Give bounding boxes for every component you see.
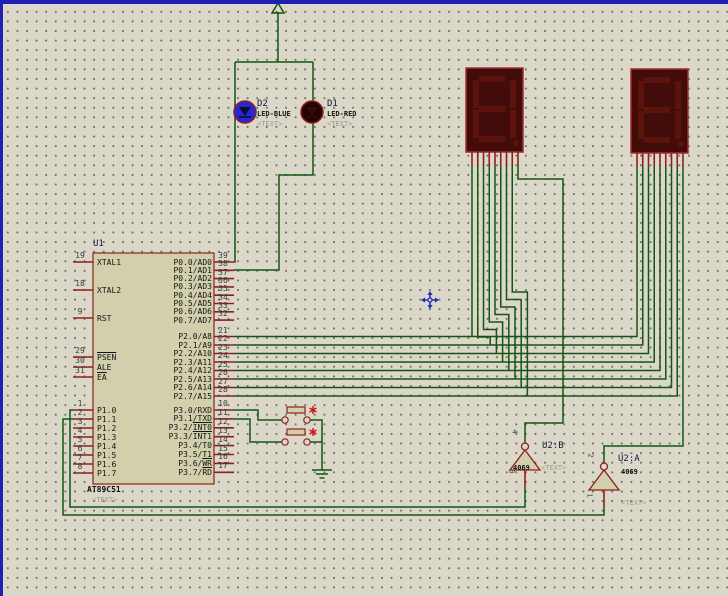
display-dp bbox=[678, 141, 684, 147]
move-cursor-icon bbox=[427, 305, 433, 309]
power-symbol bbox=[270, 1, 286, 14]
button-ground-wire bbox=[310, 419, 323, 470]
p2-bus-wire bbox=[234, 167, 661, 372]
inverter-u2a[interactable] bbox=[587, 468, 621, 491]
led-d2-wire bbox=[234, 62, 236, 263]
display-segment bbox=[510, 110, 516, 138]
p2-bus-wire bbox=[234, 167, 638, 338]
display-segment bbox=[510, 80, 516, 108]
display-segment bbox=[675, 111, 681, 139]
wire-layer bbox=[62, 1, 689, 516]
sheet-border-top bbox=[0, 0, 728, 4]
button-terminal bbox=[281, 416, 289, 424]
button-terminal bbox=[281, 438, 289, 446]
p2-bus-wire bbox=[234, 167, 650, 355]
display-segment bbox=[479, 76, 505, 82]
display-segment bbox=[644, 137, 670, 143]
chip-body[interactable] bbox=[92, 252, 215, 485]
inverter-bubble bbox=[599, 462, 609, 471]
display-segment bbox=[638, 111, 644, 139]
p2-bus-wire bbox=[234, 167, 655, 363]
display-segment bbox=[644, 77, 670, 83]
p2-bus-wire bbox=[234, 167, 644, 346]
display-segment bbox=[473, 110, 479, 138]
display-segment bbox=[638, 81, 644, 109]
inverter-u2b[interactable] bbox=[508, 448, 542, 471]
move-cursor-icon bbox=[427, 291, 433, 295]
inverter-bubble bbox=[520, 442, 530, 451]
display-dp bbox=[513, 140, 519, 146]
move-cursor-icon bbox=[435, 297, 439, 303]
p2-bus-wire bbox=[234, 167, 667, 380]
display-segment bbox=[675, 81, 681, 109]
display-segment bbox=[473, 80, 479, 108]
push-button[interactable] bbox=[286, 406, 306, 414]
display-segment bbox=[479, 136, 505, 142]
button-terminal bbox=[303, 438, 311, 446]
led-d1-wire bbox=[234, 62, 314, 271]
move-cursor-icon bbox=[421, 297, 425, 303]
display1-common-wire bbox=[517, 166, 564, 443]
p2-bus-wire bbox=[234, 167, 673, 389]
button-terminal bbox=[303, 416, 311, 424]
button2-wire bbox=[234, 418, 282, 443]
push-button[interactable] bbox=[286, 428, 306, 436]
display-segment bbox=[644, 107, 670, 113]
sheet-border-left bbox=[0, 0, 3, 596]
move-cursor-icon bbox=[427, 297, 433, 303]
display-segment bbox=[479, 106, 505, 112]
schematic-canvas: U1 AT89C51 <TEXT> D2 LED-BLUE <TEXT> D1 … bbox=[0, 0, 728, 596]
